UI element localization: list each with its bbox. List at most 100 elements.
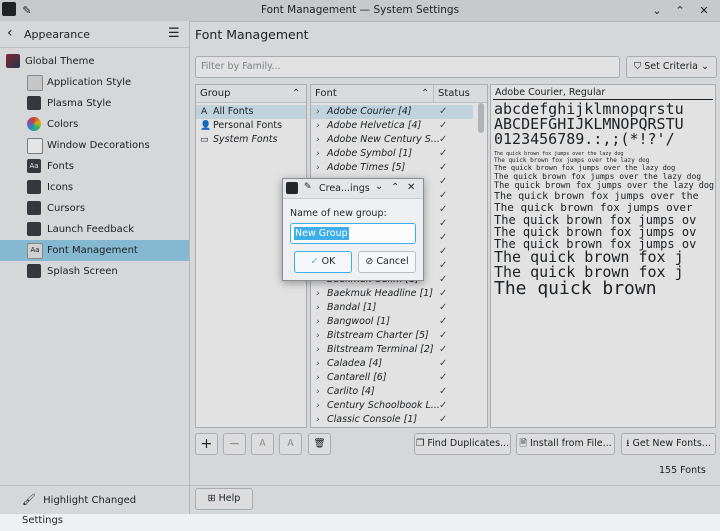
chevron-down-icon: ⌄ <box>700 61 709 72</box>
check-icon: ✓ <box>439 344 448 355</box>
dialog-title: Crea...ings <box>319 183 370 194</box>
font-row[interactable]: › Adobe Courier [4] ✓ <box>311 105 473 119</box>
find-duplicates-label: Find Duplicates... <box>427 438 510 449</box>
sidebar-item-label: Cursors <box>47 203 86 214</box>
check-icon: ✓ <box>310 256 319 267</box>
get-new-fonts-button[interactable]: ⭳ Get New Fonts... <box>621 433 716 455</box>
font-preview-panel: Adobe Courier, Regular abcdefghijklmnopq… <box>490 84 716 428</box>
preview-sample: The quick brown <box>494 278 657 299</box>
filter-input[interactable]: Filter by Family... <box>195 56 620 78</box>
font-list-scrollbar[interactable] <box>478 103 484 133</box>
sort-chevron-up-icon: ⌃ <box>421 88 430 99</box>
group-item-all-fonts[interactable]: A All Fonts <box>196 105 306 119</box>
font-row[interactable]: › Bandal [1] ✓ <box>311 301 473 315</box>
hamburger-menu-icon[interactable]: ☰ <box>168 26 180 41</box>
preview-sample: The quick brown fox jumps over the lazy … <box>494 172 702 181</box>
check-icon: ✓ <box>439 330 448 341</box>
all-fonts-icon: A <box>201 107 208 117</box>
font-list-header[interactable]: Font ⌃ Status <box>311 85 487 103</box>
sidebar-item-colors[interactable]: Colors <box>0 114 189 135</box>
trash-icon: 🗑 <box>313 438 326 449</box>
help-button[interactable]: ⊞ Help <box>195 488 253 510</box>
highlight-changed-button[interactable]: 🖌 Highlight Changed Settings <box>22 490 172 526</box>
fonts-icon: Aa <box>27 159 41 173</box>
minimize-chevron-icon[interactable]: ⌄ <box>375 181 383 192</box>
close-icon[interactable]: ✕ <box>407 182 415 193</box>
font-row[interactable]: › Adobe Symbol [1] ✓ <box>311 147 473 161</box>
set-criteria-label: Set Criteria <box>644 61 698 72</box>
splash-screen-icon <box>27 264 41 278</box>
enable-group-button[interactable]: A <box>251 433 274 455</box>
plasma-style-icon <box>27 96 41 110</box>
maximize-chevron-icon[interactable]: ⌃ <box>391 182 399 193</box>
sidebar-item-label: Window Decorations <box>47 140 150 151</box>
check-icon: ✓ <box>439 260 448 271</box>
sidebar-item-global-theme[interactable]: Global Theme <box>0 51 189 72</box>
check-icon: ✓ <box>439 302 448 313</box>
delete-button[interactable]: 🗑 <box>308 433 331 455</box>
font-row[interactable]: › Bitstream Charter [5] ✓ <box>311 329 473 343</box>
add-group-button[interactable]: + <box>195 433 218 455</box>
sidebar-item-splash-screen[interactable]: Splash Screen <box>0 261 189 282</box>
pin-icon[interactable]: ✎ <box>304 182 312 192</box>
colors-icon <box>27 117 41 131</box>
sidebar-item-window-decorations[interactable]: Window Decorations <box>0 135 189 156</box>
font-row[interactable]: › Carlito [4] ✓ <box>311 385 473 399</box>
chevron-right-icon: › <box>316 415 320 425</box>
sidebar-item-font-management[interactable]: Aa Font Management <box>0 240 189 261</box>
font-row[interactable]: › Classic Console [1] ✓ <box>311 413 473 427</box>
sidebar-item-icons[interactable]: Icons <box>0 177 189 198</box>
font-count: 155 Fonts <box>659 465 706 476</box>
font-row[interactable]: › Adobe Helvetica [4] ✓ <box>311 119 473 133</box>
sidebar-item-plasma-style[interactable]: Plasma Style <box>0 93 189 114</box>
font-row[interactable]: › Caladea [4] ✓ <box>311 357 473 371</box>
window-titlebar: ✎ Font Management — System Settings ⌄ ⌃ … <box>0 0 720 22</box>
group-item-personal-fonts[interactable]: 👤 Personal Fonts <box>196 119 306 133</box>
font-row[interactable]: › Bitstream Terminal [2] ✓ <box>311 343 473 357</box>
plus-icon: + <box>200 436 213 452</box>
cancel-button[interactable]: ⊘ Cancel <box>358 251 416 273</box>
dialog-app-icon <box>286 182 298 194</box>
font-row[interactable]: › Adobe New Century S... ✓ <box>311 133 473 147</box>
sidebar-item-cursors[interactable]: Cursors <box>0 198 189 219</box>
back-icon[interactable]: ‹ <box>7 25 13 41</box>
group-item-system-fonts[interactable]: ▭ System Fonts <box>196 133 306 147</box>
font-row[interactable]: › Century Schoolbook L... ✓ <box>311 399 473 413</box>
check-icon: ✓ <box>439 148 448 159</box>
sidebar-item-label: Fonts <box>47 161 74 172</box>
close-icon[interactable]: ✕ <box>696 3 712 18</box>
set-criteria-button[interactable]: ⛉ Set Criteria ⌄ <box>626 56 717 78</box>
sidebar-item-application-style[interactable]: Application Style <box>0 72 189 93</box>
font-row[interactable]: › Cantarell [6] ✓ <box>311 371 473 385</box>
dialog-titlebar: ✎ Crea...ings ⌄ ⌃ ✕ <box>283 179 423 199</box>
minimize-chevron-icon[interactable]: ⌄ <box>649 3 665 18</box>
check-icon: ✓ <box>439 162 448 173</box>
check-icon: ✓ <box>439 372 448 383</box>
create-group-dialog: ✎ Crea...ings ⌄ ⌃ ✕ Name of new group: N… <box>282 178 424 281</box>
group-name-value: New Group <box>294 227 349 240</box>
ok-button[interactable]: ✓ OK <box>294 251 352 273</box>
group-header[interactable]: Group ⌃ <box>196 85 306 103</box>
font-row[interactable]: › Adobe Times [5] ✓ <box>311 161 473 175</box>
maximize-chevron-icon[interactable]: ⌃ <box>672 3 688 18</box>
preview-sample: The quick brown fox jumps over the lazy … <box>494 181 715 191</box>
remove-group-button[interactable]: − <box>223 433 246 455</box>
font-row[interactable]: › Baekmuk Headline [1] ✓ <box>311 287 473 301</box>
font-row[interactable]: › Bangwool [1] ✓ <box>311 315 473 329</box>
find-duplicates-button[interactable]: ❐ Find Duplicates... <box>414 433 511 455</box>
sidebar-item-fonts[interactable]: Aa Fonts <box>0 156 189 177</box>
group-label: Personal Fonts <box>213 120 283 131</box>
chevron-right-icon: › <box>316 303 320 313</box>
footer-divider <box>190 485 720 486</box>
chevron-right-icon: › <box>316 345 320 355</box>
group-header-label: Group <box>200 88 231 99</box>
sidebar-item-launch-feedback[interactable]: Launch Feedback <box>0 219 189 240</box>
disable-group-button[interactable]: A <box>279 433 302 455</box>
sidebar-item-label: Icons <box>47 182 74 193</box>
font-name: Classic Console [1] <box>327 414 418 425</box>
font-name: Adobe Helvetica [4] <box>327 120 422 131</box>
sidebar: ‹ Appearance ☰ Global Theme Application … <box>0 21 190 526</box>
group-name-input[interactable]: New Group <box>290 223 416 244</box>
chevron-right-icon: › <box>316 121 320 131</box>
install-from-file-button[interactable]: 🗎 Install from File... <box>516 433 615 455</box>
